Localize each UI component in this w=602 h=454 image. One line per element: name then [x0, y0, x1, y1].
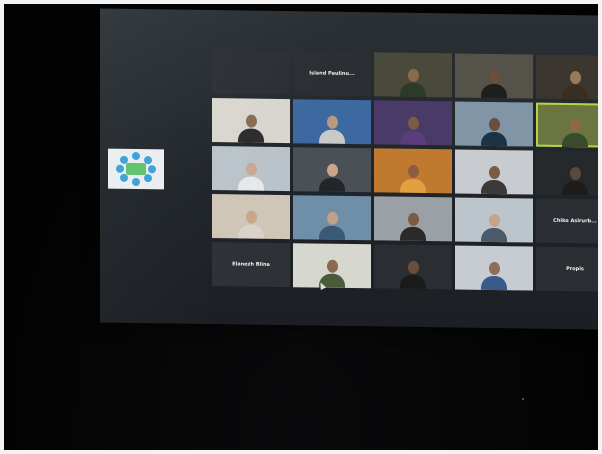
participant-video-figure	[400, 115, 426, 146]
participant-grid: Island Paulinu... Chiko Asirurb... Elanezh…	[212, 50, 602, 292]
participant-tile[interactable]	[455, 245, 533, 291]
participant-tile[interactable]	[455, 149, 533, 195]
participant-name-label: Island Paulinu...	[309, 70, 355, 78]
participant-video-figure	[481, 164, 507, 195]
participant-tile[interactable]	[374, 196, 452, 242]
participant-tile[interactable]: Propis	[536, 246, 602, 292]
participant-video-figure	[562, 117, 588, 148]
participant-tile[interactable]	[293, 243, 371, 289]
meeting-logo-thumbnail	[108, 148, 164, 190]
participant-tile[interactable]	[536, 150, 602, 196]
participant-video-figure	[400, 259, 426, 290]
participant-video-figure	[400, 67, 426, 98]
light-speck	[522, 398, 524, 400]
participant-video-figure	[319, 210, 345, 240]
participant-tile[interactable]: Island Paulinu...	[293, 51, 371, 97]
participant-tile[interactable]	[455, 197, 533, 243]
participant-video-figure	[481, 68, 507, 99]
participant-tile[interactable]: Chiko Asirurb...	[536, 198, 602, 244]
participant-name-label: Propis	[566, 266, 584, 273]
photo-scene: Island Paulinu... Chiko Asirurb... Elanezh…	[0, 0, 602, 454]
participant-video-figure	[481, 260, 507, 291]
participant-video-figure	[481, 212, 507, 243]
participant-video-figure	[238, 208, 264, 239]
meeting-logo	[116, 151, 156, 187]
participant-tile[interactable]	[212, 146, 290, 192]
participant-tile[interactable]	[212, 98, 290, 144]
participant-video-figure	[400, 211, 426, 242]
participant-tile[interactable]	[374, 148, 452, 194]
participant-tile[interactable]	[536, 54, 602, 100]
participant-tile[interactable]	[212, 194, 290, 240]
participant-tile[interactable]	[536, 102, 602, 148]
participant-video-figure	[238, 160, 264, 191]
participant-video-figure	[562, 69, 588, 100]
participant-tile[interactable]	[374, 52, 452, 98]
participant-name-label: Elanezh Blina	[232, 261, 270, 268]
participant-video-figure	[481, 116, 507, 147]
participant-tile[interactable]	[293, 147, 371, 193]
participant-tile[interactable]	[374, 100, 452, 146]
participant-video-figure	[562, 165, 588, 196]
participant-tile[interactable]: Elanezh Blina	[212, 242, 290, 288]
monitor-screen: Island Paulinu... Chiko Asirurb... Elanezh…	[100, 8, 602, 330]
participant-tile[interactable]	[212, 50, 290, 96]
participant-video-figure	[238, 112, 264, 143]
participant-video-figure	[319, 162, 345, 192]
participant-tile[interactable]	[455, 53, 533, 99]
participant-video-figure	[319, 114, 345, 144]
participant-video-figure	[400, 163, 426, 194]
participant-tile[interactable]	[293, 99, 371, 145]
participant-tile[interactable]	[293, 195, 371, 241]
participant-tile[interactable]	[455, 101, 533, 147]
participant-name-label: Chiko Asirurb...	[553, 217, 597, 225]
participant-tile[interactable]	[374, 244, 452, 290]
